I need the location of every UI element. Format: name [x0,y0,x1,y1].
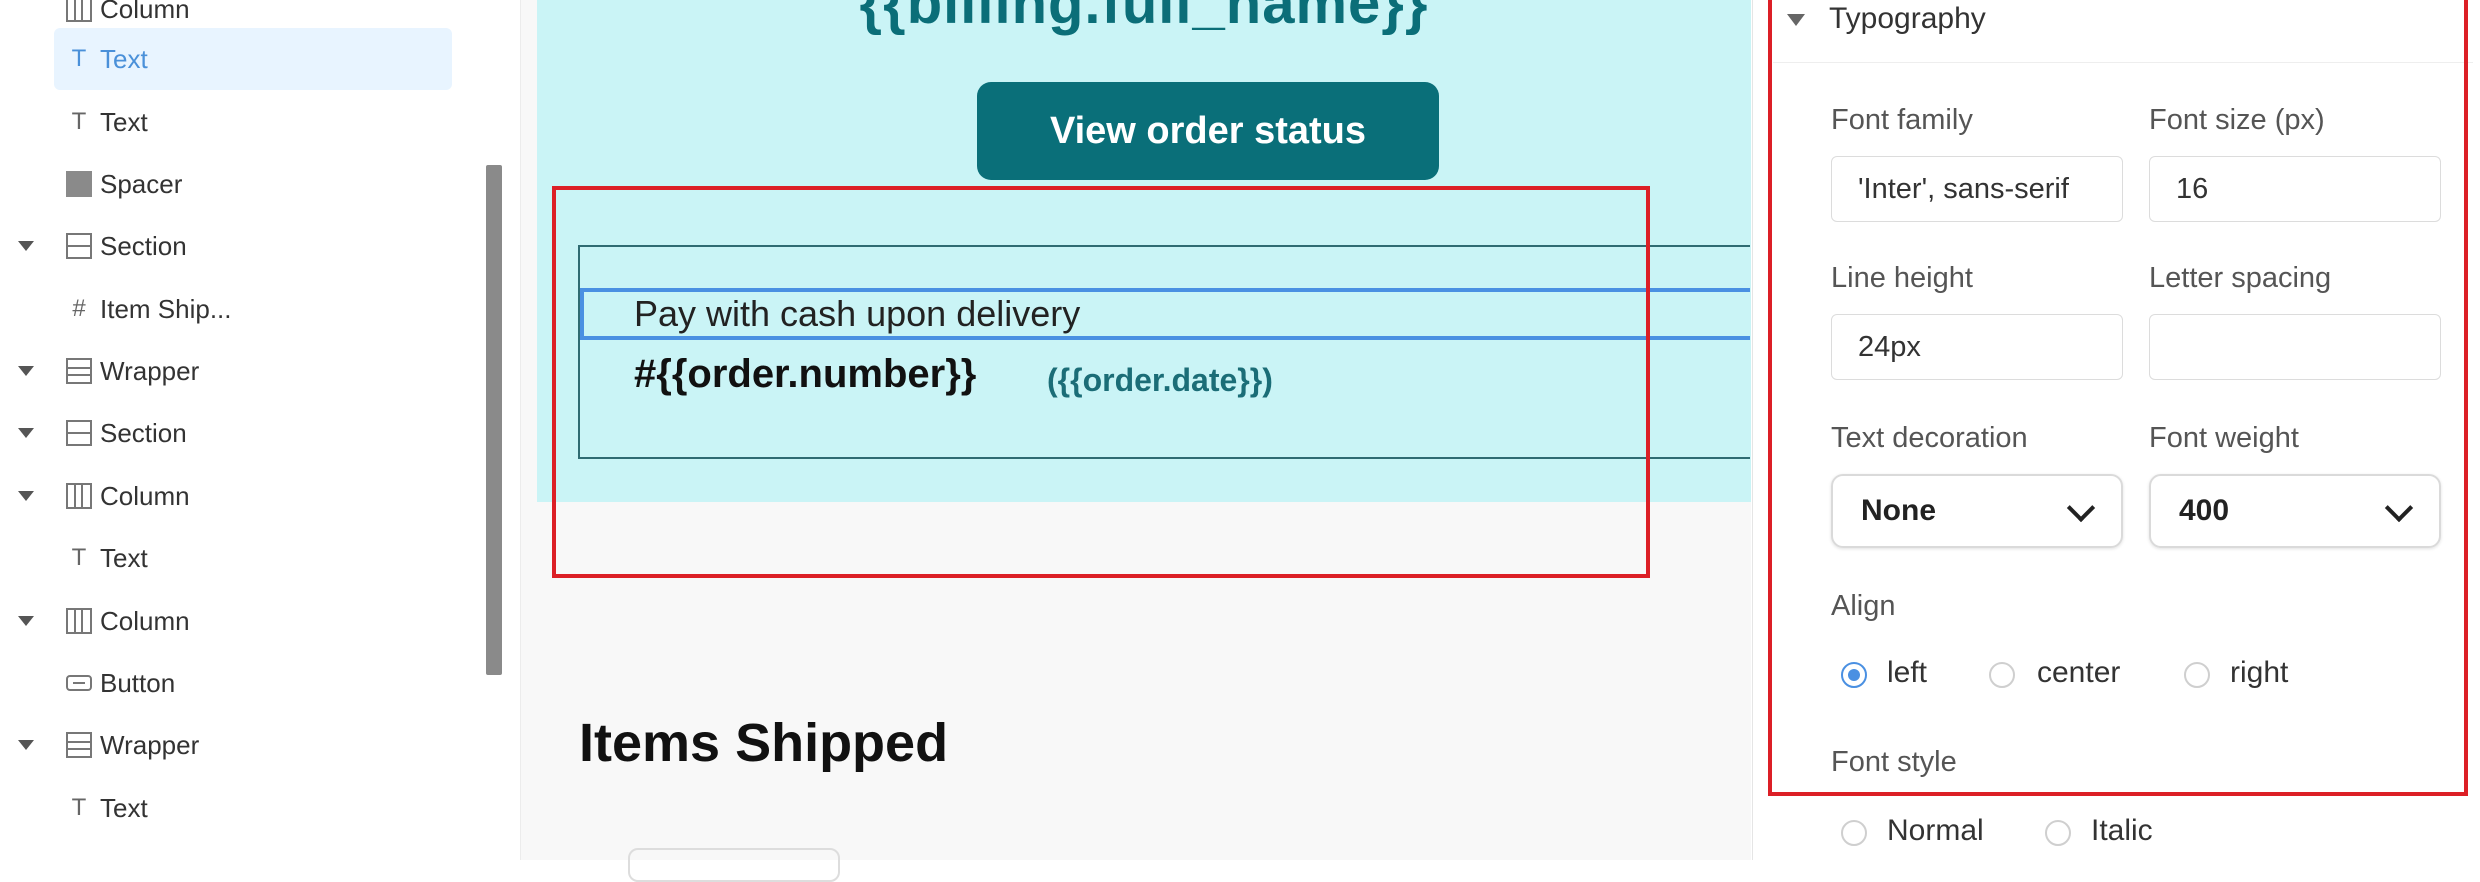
tree-item-label: Wrapper [100,729,200,760]
wrapper-icon [66,732,92,758]
caret-down-icon[interactable] [18,241,34,251]
text-icon: T [71,544,87,571]
tree-item-label: Section [100,417,187,448]
tree-item-column[interactable]: Column [0,465,460,527]
tree-item-label: Text [100,43,148,74]
spacer-icon [66,171,92,197]
font-style-normal-radio[interactable] [1841,820,1867,846]
tree-item-label: Section [100,230,187,261]
tree-item-text[interactable]: T Text [0,527,460,589]
tree-item-wrapper[interactable]: Wrapper [0,340,460,402]
tree-item-spacer[interactable]: Spacer [0,153,460,215]
canvas-partial-box [628,848,840,882]
tree-item-label: Spacer [100,168,183,199]
tree-item-label: Text [100,792,148,823]
font-style-normal-label[interactable]: Normal [1887,814,1984,848]
column-icon [66,608,92,634]
tree-item-label: Column [100,480,190,511]
column-icon [66,483,92,509]
tree-item-label: Wrapper [100,355,200,386]
hero-title[interactable]: {{billing.full_name}} [537,0,1751,37]
button-icon [66,675,92,691]
caret-down-icon[interactable] [18,740,34,750]
caret-down-icon[interactable] [18,616,34,626]
tree-item-section[interactable]: Section [0,402,460,464]
caret-down-icon[interactable] [18,491,34,501]
hash-icon: # [72,295,86,322]
section-icon [66,420,92,446]
tree-item-button[interactable]: Button [0,652,460,714]
tree-item-label: Column [100,605,190,636]
tree-item-label: Text [100,542,148,573]
text-icon: T [71,794,87,821]
view-order-status-button[interactable]: View order status [977,82,1439,180]
tree-item-text-selected[interactable]: T Text [54,28,452,90]
tree-item-column[interactable]: Column [0,590,460,652]
tree-item-label: Text [100,106,148,137]
tree-item-text[interactable]: T Text [0,777,460,839]
caret-down-icon[interactable] [18,428,34,438]
wrapper-icon [66,358,92,384]
tree-item-section[interactable]: Section [0,215,460,277]
text-icon: T [71,108,87,135]
caret-down-icon[interactable] [18,366,34,376]
highlight-box-panel [1768,0,2468,796]
layer-tree-panel: Column T Text T Text Spacer Section # It… [0,0,521,860]
tree-item-wrapper[interactable]: Wrapper [0,714,460,776]
tree-item-item-shipped[interactable]: # Item Ship... [0,278,460,340]
highlight-box-canvas [552,186,1650,578]
tree-item-label: Item Ship... [100,293,232,324]
tree-scrollbar[interactable] [486,165,502,675]
text-icon: T [71,45,87,72]
column-icon [66,0,92,22]
font-style-italic-label[interactable]: Italic [2091,814,2153,848]
tree-item-label: Button [100,667,176,698]
section-icon [66,233,92,259]
tree-item-text[interactable]: T Text [0,91,460,153]
items-shipped-heading[interactable]: Items Shipped [579,712,948,774]
tree-item-label: Column [100,0,190,24]
font-style-italic-radio[interactable] [2045,820,2071,846]
